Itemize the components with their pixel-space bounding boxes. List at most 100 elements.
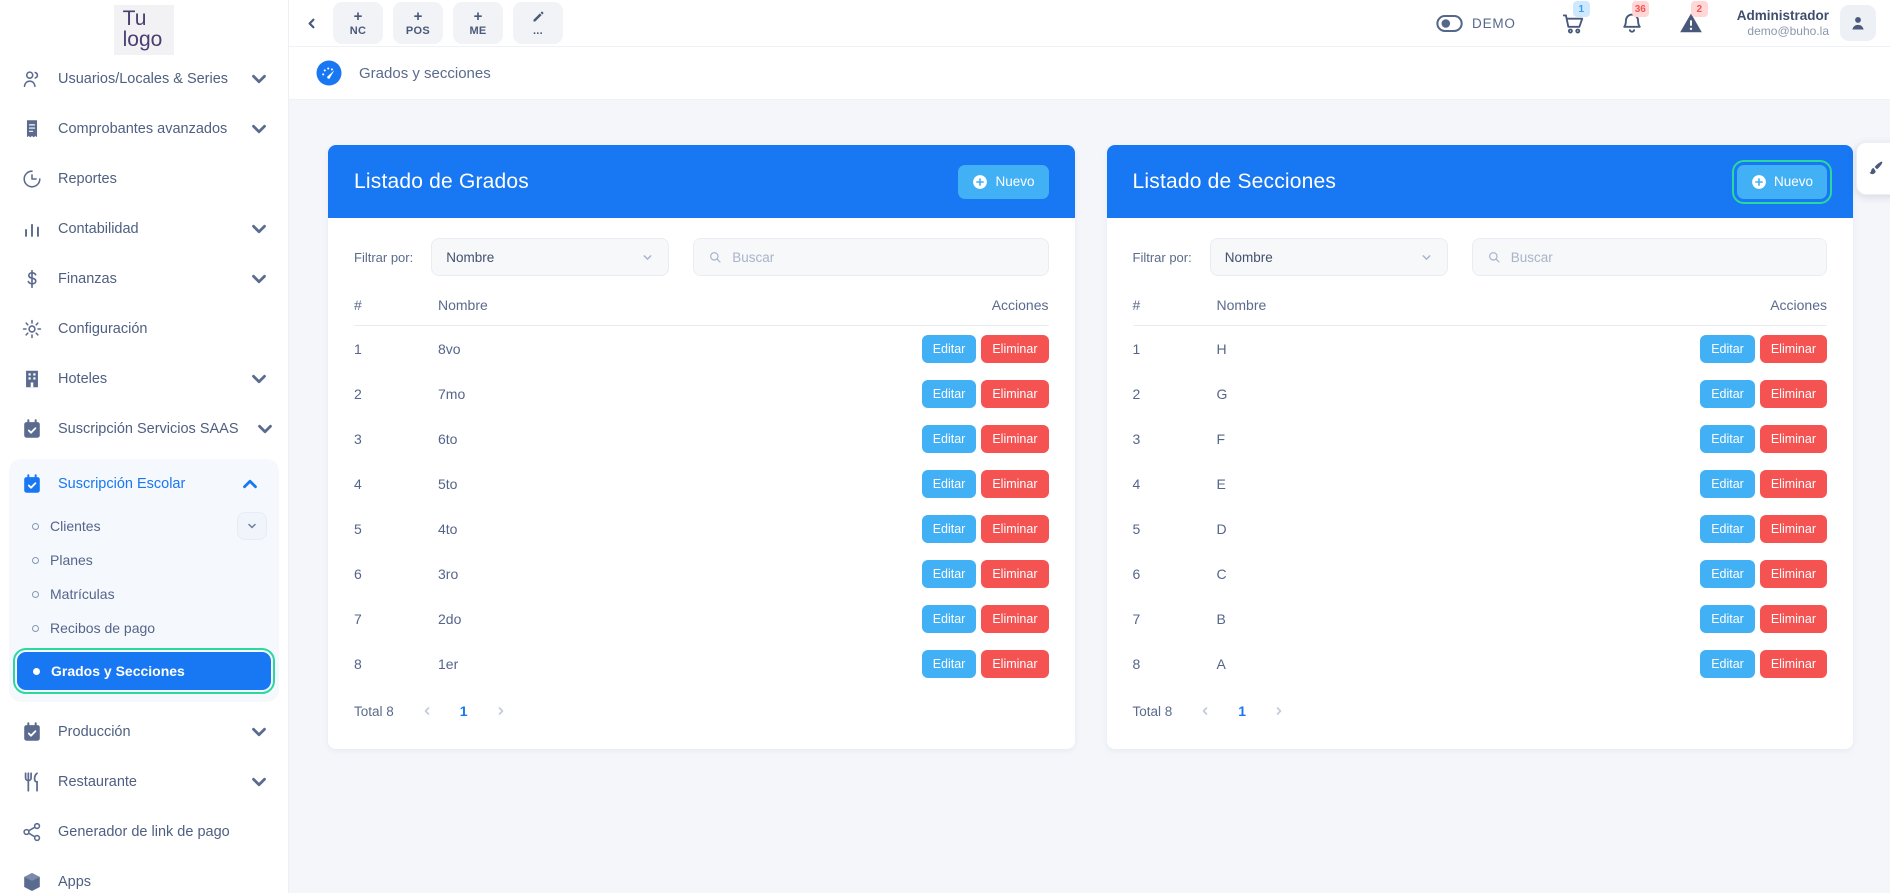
row-name: 8vo: [438, 341, 909, 357]
delete-button[interactable]: Eliminar: [981, 335, 1048, 363]
delete-button[interactable]: Eliminar: [981, 560, 1048, 588]
new-seccion-button[interactable]: Nuevo: [1737, 165, 1827, 199]
sidebar-item-suscripcion-servicios-saas[interactable]: Suscripción Servicios SAAS: [0, 404, 288, 454]
sidebar-item-restaurante[interactable]: Restaurante: [0, 757, 288, 807]
row-number: 8: [354, 656, 438, 672]
delete-button[interactable]: Eliminar: [1760, 425, 1827, 453]
edit-button[interactable]: Editar: [922, 425, 977, 453]
sidebar-item-label: Apps: [58, 874, 270, 890]
edit-button[interactable]: Editar: [1700, 605, 1755, 633]
edit-button[interactable]: Editar: [922, 515, 977, 543]
edit-button[interactable]: Editar: [1700, 425, 1755, 453]
sidebar-item-produccion[interactable]: Producción: [0, 707, 288, 757]
sidebar-item-hoteles[interactable]: Hoteles: [0, 354, 288, 404]
edit-button[interactable]: Editar: [1700, 335, 1755, 363]
page-number[interactable]: 1: [1238, 703, 1246, 719]
row-number: 1: [1133, 341, 1217, 357]
calendar-check-icon: [21, 418, 43, 440]
chevron-right-icon[interactable]: [495, 705, 507, 717]
subitem-chevron-button[interactable]: [237, 512, 267, 540]
edit-button[interactable]: Editar: [1700, 515, 1755, 543]
app-logo[interactable]: Tu logo: [114, 5, 175, 56]
row-name: 7mo: [438, 386, 909, 402]
edit-button[interactable]: Editar: [1700, 650, 1755, 678]
delete-button[interactable]: Eliminar: [981, 650, 1048, 678]
avatar[interactable]: [1840, 5, 1876, 41]
row-name: H: [1217, 341, 1688, 357]
user-menu[interactable]: Administrador demo@buho.la: [1737, 8, 1829, 38]
delete-button[interactable]: Eliminar: [1760, 380, 1827, 408]
quick-button-more[interactable]: ...: [513, 2, 563, 44]
chevron-right-icon[interactable]: [1273, 705, 1285, 717]
sidebar-subitem-planes[interactable]: Planes: [9, 543, 279, 577]
sidebar-item-configuracion[interactable]: Configuración: [0, 304, 288, 354]
delete-button[interactable]: Eliminar: [1760, 470, 1827, 498]
sidebar-subitem-clientes[interactable]: Clientes: [9, 509, 279, 543]
delete-button[interactable]: Eliminar: [1760, 605, 1827, 633]
search-input[interactable]: [1511, 250, 1813, 265]
bullet-icon: [32, 557, 39, 564]
edit-button[interactable]: Editar: [1700, 380, 1755, 408]
delete-button[interactable]: Eliminar: [981, 380, 1048, 408]
delete-button[interactable]: Eliminar: [981, 605, 1048, 633]
sidebar-item-comprobantes-avanzados[interactable]: Comprobantes avanzados: [0, 104, 288, 154]
new-grado-button[interactable]: Nuevo: [958, 165, 1048, 199]
delete-button[interactable]: Eliminar: [981, 515, 1048, 543]
table-row: 36toEditarEliminar: [354, 416, 1049, 461]
edit-button[interactable]: Editar: [922, 605, 977, 633]
row-actions: EditarEliminar: [909, 470, 1049, 498]
quick-button-pos[interactable]: +POS: [393, 2, 443, 44]
chevron-left-icon: [304, 16, 319, 31]
row-name: 3ro: [438, 566, 909, 582]
sidebar-item-finanzas[interactable]: Finanzas: [0, 254, 288, 304]
new-button-label: Nuevo: [995, 174, 1034, 189]
sidebar-subitem-grados-y-secciones[interactable]: Grados y Secciones: [17, 652, 271, 690]
total-label: Total 8: [354, 704, 394, 719]
notifications-button[interactable]: 36: [1619, 10, 1645, 36]
edit-button[interactable]: Editar: [922, 560, 977, 588]
search-input[interactable]: [732, 250, 1034, 265]
sidebar-item-usuarios-locales-series[interactable]: Usuarios/Locales & Series: [0, 54, 288, 104]
delete-button[interactable]: Eliminar: [1760, 515, 1827, 543]
row-actions: EditarEliminar: [909, 515, 1049, 543]
demo-toggle[interactable]: DEMO: [1436, 14, 1516, 33]
alerts-button[interactable]: 2: [1678, 10, 1704, 36]
edit-button[interactable]: Editar: [922, 380, 977, 408]
row-actions: EditarEliminar: [1687, 650, 1827, 678]
edit-button[interactable]: Editar: [922, 470, 977, 498]
quick-button-me[interactable]: +ME: [453, 2, 503, 44]
filter-select[interactable]: Nombre: [1210, 238, 1448, 276]
delete-button[interactable]: Eliminar: [1760, 560, 1827, 588]
edit-button[interactable]: Editar: [922, 650, 977, 678]
quick-button-nc[interactable]: +NC: [333, 2, 383, 44]
chevron-down-icon: [641, 251, 654, 264]
table-row: 2GEditarEliminar: [1133, 371, 1828, 416]
sidebar-item-label: Suscripción Servicios SAAS: [58, 421, 239, 437]
gauge-icon[interactable]: [316, 60, 342, 86]
sidebar-item-contabilidad[interactable]: Contabilidad: [0, 204, 288, 254]
delete-button[interactable]: Eliminar: [1760, 335, 1827, 363]
page-number[interactable]: 1: [460, 703, 468, 719]
delete-button[interactable]: Eliminar: [1760, 650, 1827, 678]
edit-button[interactable]: Editar: [1700, 470, 1755, 498]
sidebar-subitem-recibos-de-pago[interactable]: Recibos de pago: [9, 611, 279, 645]
filter-select[interactable]: Nombre: [431, 238, 669, 276]
sidebar-item-reportes[interactable]: Reportes: [0, 154, 288, 204]
paintbrush-icon: [1866, 159, 1885, 178]
sidebar-subitem-matriculas[interactable]: Matrículas: [9, 577, 279, 611]
sidebar-item-generador-de-link-de-pago[interactable]: Generador de link de pago: [0, 807, 288, 857]
edit-button[interactable]: Editar: [922, 335, 977, 363]
sidebar-item-apps[interactable]: Apps: [0, 857, 288, 893]
delete-button[interactable]: Eliminar: [981, 470, 1048, 498]
sidebar-item-suscripcion-escolar[interactable]: Suscripción Escolar: [9, 459, 279, 509]
theme-customizer-button[interactable]: [1856, 142, 1890, 195]
collapse-sidebar-button[interactable]: [295, 7, 327, 39]
edit-button[interactable]: Editar: [1700, 560, 1755, 588]
chevron-left-icon[interactable]: [1199, 705, 1211, 717]
row-actions: EditarEliminar: [909, 425, 1049, 453]
chevron-left-icon[interactable]: [421, 705, 433, 717]
cart-button[interactable]: 1: [1560, 10, 1586, 36]
delete-button[interactable]: Eliminar: [981, 425, 1048, 453]
table-row: 18voEditarEliminar: [354, 326, 1049, 371]
sidebar-subitem-label: Planes: [50, 552, 93, 568]
